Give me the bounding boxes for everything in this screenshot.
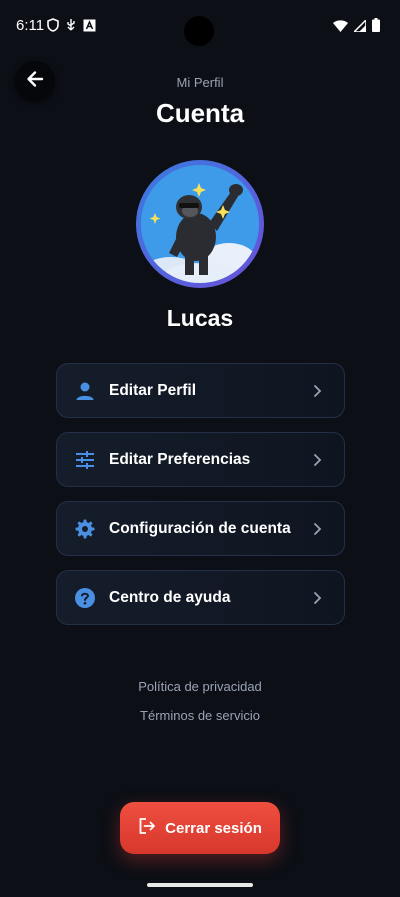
chevron-right-icon [310,383,324,399]
menu-item-account-settings[interactable]: Configuración de cuenta [56,501,345,556]
help-circle-icon [74,587,96,609]
menu-item-edit-profile[interactable]: Editar Perfil [56,363,345,418]
chevron-right-icon [310,521,324,537]
menu-item-label: Configuración de cuenta [109,519,291,537]
account-menu: Editar Perfil Editar Preferencias Config… [56,363,345,639]
page-subtitle: Mi Perfil [176,75,224,90]
logout-label: Cerrar sesión [165,819,262,837]
usb-icon [65,18,77,37]
battery-icon [372,18,380,37]
avatar-image [141,165,259,283]
camera-cutout [184,16,214,46]
gear-icon [74,518,96,540]
terms-of-service-link[interactable]: Términos de servicio [0,708,400,723]
shield-icon [47,18,59,37]
person-icon [74,380,96,402]
status-time: 6:11 [16,17,45,34]
menu-item-help-center[interactable]: Centro de ayuda [56,570,345,625]
wifi-icon [333,19,348,37]
page-title: Cuenta [155,98,245,128]
user-name: Lucas [166,305,234,331]
menu-item-edit-preferences[interactable]: Editar Preferencias [56,432,345,487]
logout-icon [138,817,156,840]
menu-item-label: Centro de ayuda [109,588,231,606]
app-a-icon [83,19,96,37]
menu-item-label: Editar Preferencias [109,450,251,468]
status-bar: 6:11 [0,0,400,52]
signal-icon [352,17,367,37]
home-indicator[interactable] [147,883,253,887]
chevron-right-icon [310,452,324,468]
privacy-policy-link[interactable]: Política de privacidad [0,679,400,694]
logout-button[interactable]: Cerrar sesión [120,802,280,854]
menu-item-label: Editar Perfil [109,381,196,399]
chevron-right-icon [310,590,324,606]
avatar[interactable] [136,160,264,288]
sliders-icon [74,449,96,471]
